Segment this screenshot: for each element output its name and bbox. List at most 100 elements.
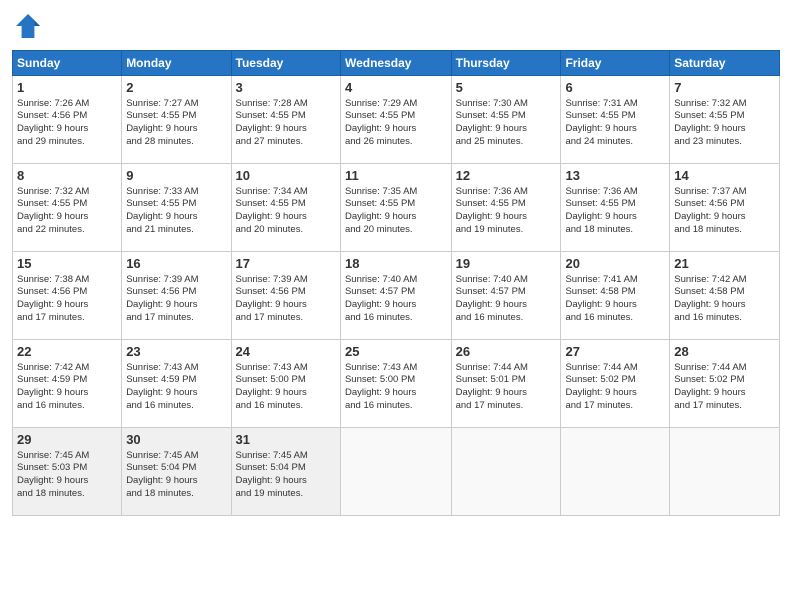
calendar-week-4: 22Sunrise: 7:42 AM Sunset: 4:59 PM Dayli… <box>13 340 780 428</box>
calendar-body: 1Sunrise: 7:26 AM Sunset: 4:56 PM Daylig… <box>13 76 780 516</box>
calendar-cell: 12Sunrise: 7:36 AM Sunset: 4:55 PM Dayli… <box>451 164 561 252</box>
day-info: Sunrise: 7:45 AM Sunset: 5:03 PM Dayligh… <box>17 450 117 501</box>
calendar-cell: 21Sunrise: 7:42 AM Sunset: 4:58 PM Dayli… <box>670 252 780 340</box>
calendar-cell: 7Sunrise: 7:32 AM Sunset: 4:55 PM Daylig… <box>670 76 780 164</box>
day-number: 21 <box>674 255 775 273</box>
calendar-cell <box>561 428 670 516</box>
day-info: Sunrise: 7:35 AM Sunset: 4:55 PM Dayligh… <box>345 186 447 237</box>
calendar-cell <box>340 428 451 516</box>
day-info: Sunrise: 7:36 AM Sunset: 4:55 PM Dayligh… <box>565 186 665 237</box>
calendar-cell: 19Sunrise: 7:40 AM Sunset: 4:57 PM Dayli… <box>451 252 561 340</box>
day-number: 3 <box>236 79 336 97</box>
day-number: 31 <box>236 431 336 449</box>
weekday-header-sunday: Sunday <box>13 51 122 76</box>
day-number: 14 <box>674 167 775 185</box>
day-info: Sunrise: 7:38 AM Sunset: 4:56 PM Dayligh… <box>17 274 117 325</box>
day-number: 6 <box>565 79 665 97</box>
calendar-cell: 4Sunrise: 7:29 AM Sunset: 4:55 PM Daylig… <box>340 76 451 164</box>
calendar-week-1: 1Sunrise: 7:26 AM Sunset: 4:56 PM Daylig… <box>13 76 780 164</box>
calendar-cell: 5Sunrise: 7:30 AM Sunset: 4:55 PM Daylig… <box>451 76 561 164</box>
day-info: Sunrise: 7:43 AM Sunset: 4:59 PM Dayligh… <box>126 362 226 413</box>
day-number: 12 <box>456 167 557 185</box>
day-info: Sunrise: 7:28 AM Sunset: 4:55 PM Dayligh… <box>236 98 336 149</box>
calendar-cell: 30Sunrise: 7:45 AM Sunset: 5:04 PM Dayli… <box>122 428 231 516</box>
day-info: Sunrise: 7:37 AM Sunset: 4:56 PM Dayligh… <box>674 186 775 237</box>
calendar-cell: 20Sunrise: 7:41 AM Sunset: 4:58 PM Dayli… <box>561 252 670 340</box>
day-number: 29 <box>17 431 117 449</box>
calendar-cell: 22Sunrise: 7:42 AM Sunset: 4:59 PM Dayli… <box>13 340 122 428</box>
calendar-cell <box>451 428 561 516</box>
calendar-cell: 29Sunrise: 7:45 AM Sunset: 5:03 PM Dayli… <box>13 428 122 516</box>
calendar-cell: 25Sunrise: 7:43 AM Sunset: 5:00 PM Dayli… <box>340 340 451 428</box>
day-number: 2 <box>126 79 226 97</box>
weekday-header-thursday: Thursday <box>451 51 561 76</box>
day-number: 20 <box>565 255 665 273</box>
calendar-cell: 16Sunrise: 7:39 AM Sunset: 4:56 PM Dayli… <box>122 252 231 340</box>
day-number: 9 <box>126 167 226 185</box>
day-number: 18 <box>345 255 447 273</box>
day-number: 5 <box>456 79 557 97</box>
day-number: 17 <box>236 255 336 273</box>
day-info: Sunrise: 7:42 AM Sunset: 4:58 PM Dayligh… <box>674 274 775 325</box>
day-number: 10 <box>236 167 336 185</box>
day-number: 4 <box>345 79 447 97</box>
day-info: Sunrise: 7:31 AM Sunset: 4:55 PM Dayligh… <box>565 98 665 149</box>
day-info: Sunrise: 7:44 AM Sunset: 5:01 PM Dayligh… <box>456 362 557 413</box>
calendar-cell: 10Sunrise: 7:34 AM Sunset: 4:55 PM Dayli… <box>231 164 340 252</box>
day-info: Sunrise: 7:34 AM Sunset: 4:55 PM Dayligh… <box>236 186 336 237</box>
calendar-week-5: 29Sunrise: 7:45 AM Sunset: 5:03 PM Dayli… <box>13 428 780 516</box>
day-info: Sunrise: 7:32 AM Sunset: 4:55 PM Dayligh… <box>17 186 117 237</box>
weekday-header-monday: Monday <box>122 51 231 76</box>
calendar-cell: 26Sunrise: 7:44 AM Sunset: 5:01 PM Dayli… <box>451 340 561 428</box>
calendar-cell: 31Sunrise: 7:45 AM Sunset: 5:04 PM Dayli… <box>231 428 340 516</box>
calendar-cell: 18Sunrise: 7:40 AM Sunset: 4:57 PM Dayli… <box>340 252 451 340</box>
header <box>12 10 780 42</box>
day-number: 13 <box>565 167 665 185</box>
calendar-week-2: 8Sunrise: 7:32 AM Sunset: 4:55 PM Daylig… <box>13 164 780 252</box>
day-info: Sunrise: 7:45 AM Sunset: 5:04 PM Dayligh… <box>126 450 226 501</box>
logo-icon <box>12 10 44 42</box>
calendar-cell: 8Sunrise: 7:32 AM Sunset: 4:55 PM Daylig… <box>13 164 122 252</box>
day-number: 26 <box>456 343 557 361</box>
day-info: Sunrise: 7:30 AM Sunset: 4:55 PM Dayligh… <box>456 98 557 149</box>
calendar-cell: 24Sunrise: 7:43 AM Sunset: 5:00 PM Dayli… <box>231 340 340 428</box>
page-container: SundayMondayTuesdayWednesdayThursdayFrid… <box>0 0 792 526</box>
calendar-cell: 6Sunrise: 7:31 AM Sunset: 4:55 PM Daylig… <box>561 76 670 164</box>
calendar-cell <box>670 428 780 516</box>
day-info: Sunrise: 7:45 AM Sunset: 5:04 PM Dayligh… <box>236 450 336 501</box>
day-number: 7 <box>674 79 775 97</box>
day-info: Sunrise: 7:42 AM Sunset: 4:59 PM Dayligh… <box>17 362 117 413</box>
day-number: 22 <box>17 343 117 361</box>
day-number: 8 <box>17 167 117 185</box>
weekday-header-wednesday: Wednesday <box>340 51 451 76</box>
day-info: Sunrise: 7:43 AM Sunset: 5:00 PM Dayligh… <box>345 362 447 413</box>
day-info: Sunrise: 7:27 AM Sunset: 4:55 PM Dayligh… <box>126 98 226 149</box>
calendar-cell: 1Sunrise: 7:26 AM Sunset: 4:56 PM Daylig… <box>13 76 122 164</box>
day-info: Sunrise: 7:36 AM Sunset: 4:55 PM Dayligh… <box>456 186 557 237</box>
day-info: Sunrise: 7:43 AM Sunset: 5:00 PM Dayligh… <box>236 362 336 413</box>
weekday-header-friday: Friday <box>561 51 670 76</box>
calendar-header: SundayMondayTuesdayWednesdayThursdayFrid… <box>13 51 780 76</box>
day-number: 25 <box>345 343 447 361</box>
day-number: 19 <box>456 255 557 273</box>
calendar-cell: 13Sunrise: 7:36 AM Sunset: 4:55 PM Dayli… <box>561 164 670 252</box>
day-number: 28 <box>674 343 775 361</box>
weekday-header-tuesday: Tuesday <box>231 51 340 76</box>
day-number: 1 <box>17 79 117 97</box>
calendar-table: SundayMondayTuesdayWednesdayThursdayFrid… <box>12 50 780 516</box>
day-number: 23 <box>126 343 226 361</box>
day-number: 27 <box>565 343 665 361</box>
day-info: Sunrise: 7:44 AM Sunset: 5:02 PM Dayligh… <box>674 362 775 413</box>
day-number: 16 <box>126 255 226 273</box>
calendar-cell: 9Sunrise: 7:33 AM Sunset: 4:55 PM Daylig… <box>122 164 231 252</box>
weekday-header-row: SundayMondayTuesdayWednesdayThursdayFrid… <box>13 51 780 76</box>
day-info: Sunrise: 7:33 AM Sunset: 4:55 PM Dayligh… <box>126 186 226 237</box>
calendar-week-3: 15Sunrise: 7:38 AM Sunset: 4:56 PM Dayli… <box>13 252 780 340</box>
day-info: Sunrise: 7:40 AM Sunset: 4:57 PM Dayligh… <box>456 274 557 325</box>
day-info: Sunrise: 7:26 AM Sunset: 4:56 PM Dayligh… <box>17 98 117 149</box>
day-info: Sunrise: 7:44 AM Sunset: 5:02 PM Dayligh… <box>565 362 665 413</box>
day-info: Sunrise: 7:39 AM Sunset: 4:56 PM Dayligh… <box>236 274 336 325</box>
weekday-header-saturday: Saturday <box>670 51 780 76</box>
calendar-cell: 28Sunrise: 7:44 AM Sunset: 5:02 PM Dayli… <box>670 340 780 428</box>
calendar-cell: 15Sunrise: 7:38 AM Sunset: 4:56 PM Dayli… <box>13 252 122 340</box>
